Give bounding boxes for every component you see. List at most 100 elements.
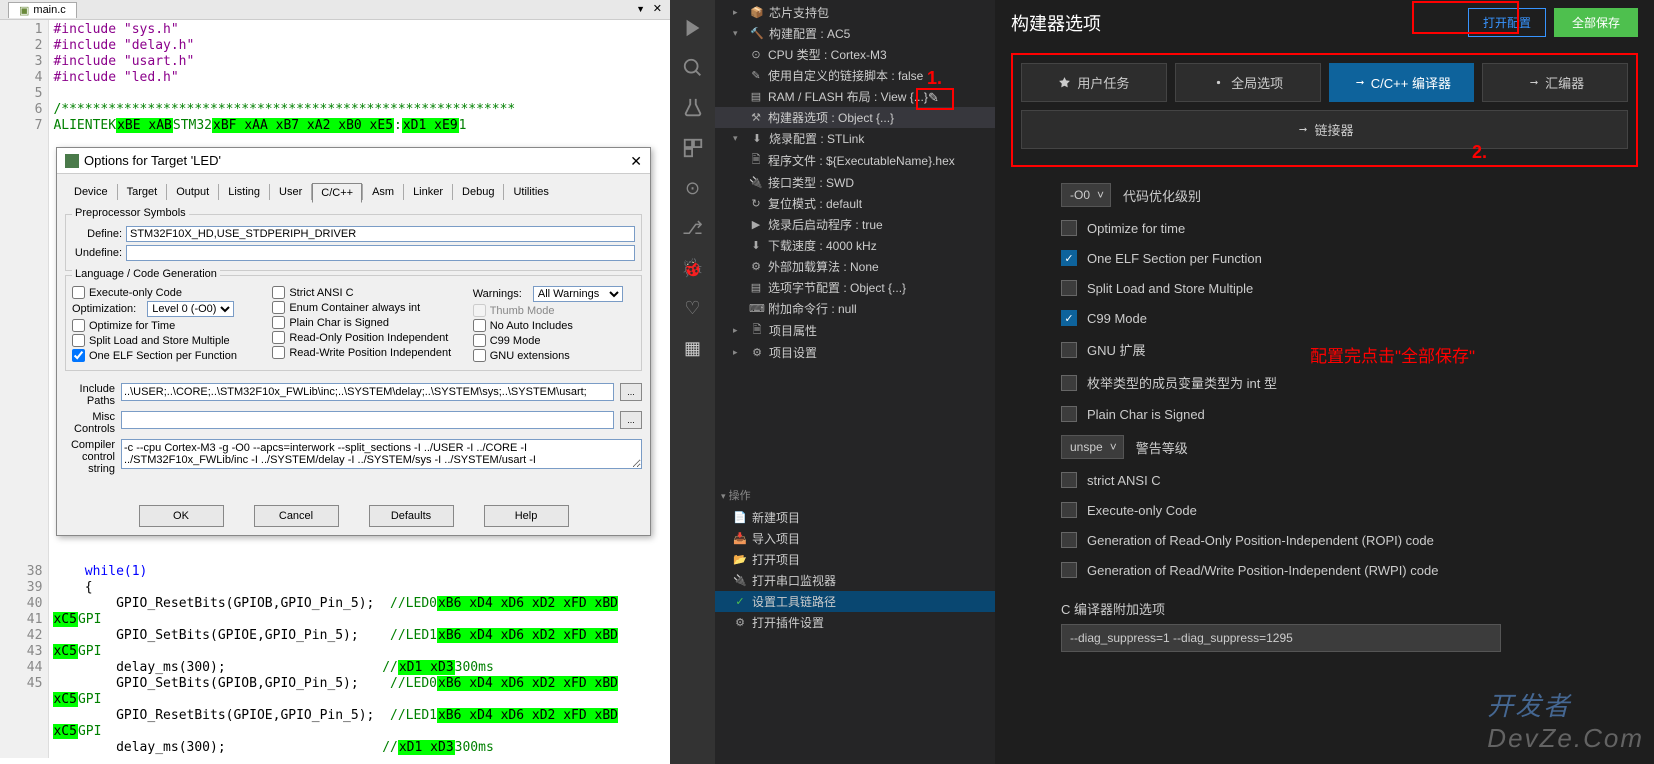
undefine-label: Undefine:	[72, 247, 122, 259]
heart-icon[interactable]: ♡	[670, 288, 715, 328]
one-elf-checkbox[interactable]	[72, 349, 85, 362]
op-new-project[interactable]: 📄新建项目	[715, 507, 995, 528]
browse-misc-button[interactable]: ...	[620, 411, 642, 429]
tab-debug[interactable]: Debug	[453, 182, 503, 202]
optimization-label: Optimization:	[72, 303, 136, 315]
pencil-icon[interactable]: ✎	[918, 90, 939, 105]
gnu-ext-checkbox[interactable]	[1061, 342, 1077, 358]
optimization-select[interactable]: Level 0 (-O0)	[147, 301, 234, 317]
tree-cpu-type[interactable]: ⊙CPU 类型 : Cortex-M3	[715, 44, 995, 65]
rwpi-checkbox[interactable]	[1061, 562, 1077, 578]
tab-asm[interactable]: Asm	[363, 182, 403, 202]
close-icon[interactable]: ✕	[630, 153, 642, 170]
warnings-select[interactable]: All Warnings	[533, 286, 623, 302]
tree-download-speed[interactable]: ⬇下载速度 : 4000 kHz	[715, 235, 995, 256]
ro-position-checkbox[interactable]	[272, 331, 285, 344]
include-paths-input[interactable]	[121, 383, 614, 401]
op-set-toolchain[interactable]: ✓设置工具链路径	[715, 591, 995, 612]
tab-linker[interactable]: Linker	[404, 182, 452, 202]
vscode-panel: ⊙ ⎇ 🐞 ♡ ▦ ▸📦芯片支持包 ▾🔨构建配置 : AC5 ⊙CPU 类型 :…	[670, 0, 1654, 764]
tab-c-cpp-compiler[interactable]: C/C++ 编译器	[1329, 63, 1475, 102]
c99-mode-checkbox[interactable]	[1061, 310, 1077, 326]
tree-launch-app[interactable]: ▶烧录后启动程序 : true	[715, 214, 995, 235]
op-open-serial[interactable]: 🔌打开串口监视器	[715, 570, 995, 591]
cortex-icon[interactable]: ⊙	[670, 168, 715, 208]
tab-user[interactable]: User	[270, 182, 311, 202]
tree-project-settings[interactable]: ▸⚙项目设置	[715, 342, 995, 363]
debug-icon[interactable]: 🐞	[670, 248, 715, 288]
plain-char-checkbox[interactable]	[272, 316, 285, 329]
strict-ansi-checkbox[interactable]	[1061, 472, 1077, 488]
tab-assembler[interactable]: 汇编器	[1482, 63, 1628, 102]
tree-flash-config[interactable]: ▾⬇烧录配置 : STLink	[715, 128, 995, 149]
op-open-plugin[interactable]: ⚙打开插件设置	[715, 612, 995, 633]
tab-output[interactable]: Output	[167, 182, 218, 202]
c99-mode-checkbox[interactable]	[473, 334, 486, 347]
tree-chip-support[interactable]: ▸📦芯片支持包	[715, 2, 995, 23]
branch-icon[interactable]: ⎇	[670, 208, 715, 248]
optimization-level-select[interactable]: -O0 ˅	[1061, 183, 1111, 207]
run-icon[interactable]	[670, 8, 715, 48]
execute-only-checkbox[interactable]	[1061, 502, 1077, 518]
include-paths-label: Include Paths	[65, 383, 115, 407]
search-icon[interactable]	[670, 48, 715, 88]
strict-ansi-checkbox[interactable]	[272, 286, 285, 299]
tree-program-file[interactable]: 🗎程序文件 : ${ExecutableName}.hex	[715, 149, 995, 172]
browse-include-button[interactable]: ...	[620, 383, 642, 401]
warning-level-select[interactable]: unspe ˅	[1061, 435, 1124, 459]
tab-device[interactable]: Device	[65, 182, 117, 202]
rw-position-checkbox[interactable]	[272, 346, 285, 359]
optimize-time-checkbox[interactable]	[72, 319, 85, 332]
enum-container-checkbox[interactable]	[272, 301, 285, 314]
extensions-icon[interactable]	[670, 128, 715, 168]
tab-utilities[interactable]: Utilities	[504, 182, 557, 202]
tree-build-config[interactable]: ▾🔨构建配置 : AC5	[715, 23, 995, 44]
tab-user-tasks[interactable]: 用户任务	[1021, 63, 1167, 102]
gnu-extensions-checkbox[interactable]	[473, 349, 486, 362]
tree-project-attr[interactable]: ▸🗎项目属性	[715, 319, 995, 342]
no-auto-includes-checkbox[interactable]	[473, 319, 486, 332]
cancel-button[interactable]: Cancel	[254, 505, 339, 527]
define-input[interactable]	[126, 226, 635, 242]
save-all-button[interactable]: 全部保存	[1554, 8, 1638, 37]
tree-custom-script[interactable]: ✎使用自定义的链接脚本 : false	[715, 65, 995, 86]
undefine-input[interactable]	[126, 245, 635, 261]
tab-dropdown-icon[interactable]: ▼	[636, 4, 645, 14]
tree-ext-algo[interactable]: ⚙外部加载算法 : None	[715, 256, 995, 277]
ok-button[interactable]: OK	[139, 505, 224, 527]
extra-options-label: C 编译器附加选项	[1061, 585, 1588, 624]
tree-builder-options[interactable]: ⚒构建器选项 : Object {...}	[715, 107, 995, 128]
chip-icon[interactable]: ▦	[670, 328, 715, 368]
tab-listing[interactable]: Listing	[219, 182, 269, 202]
execute-only-checkbox[interactable]	[72, 286, 85, 299]
defaults-button[interactable]: Defaults	[369, 505, 454, 527]
app-icon	[65, 154, 79, 168]
file-tab-main-c[interactable]: ▣ main.c	[8, 2, 77, 18]
settings-main: 构建器选项 打开配置 全部保存 用户任务 全局选项 C/C++ 编译器 汇编器 …	[995, 0, 1654, 764]
language-group: Language / Code Generation Execute-only …	[65, 275, 642, 371]
help-button[interactable]: Help	[484, 505, 569, 527]
split-load-checkbox[interactable]	[1061, 280, 1077, 296]
tabs-redbox: 用户任务 全局选项 C/C++ 编译器 汇编器 链接器	[1011, 53, 1638, 167]
optimize-time-checkbox[interactable]	[1061, 220, 1077, 236]
op-import-project[interactable]: 📥导入项目	[715, 528, 995, 549]
plain-char-checkbox[interactable]	[1061, 406, 1077, 422]
op-open-project[interactable]: 📂打开项目	[715, 549, 995, 570]
tab-target[interactable]: Target	[118, 182, 167, 202]
tree-option-bytes[interactable]: ▤选项字节配置 : Object {...}	[715, 277, 995, 298]
tree-interface-type[interactable]: 🔌接口类型 : SWD	[715, 172, 995, 193]
close-tab-icon[interactable]: ✕	[653, 2, 662, 15]
split-load-checkbox[interactable]	[72, 334, 85, 347]
tree-extra-cmd[interactable]: ⌨附加命令行 : null	[715, 298, 995, 319]
ropi-checkbox[interactable]	[1061, 532, 1077, 548]
extra-options-input[interactable]	[1061, 624, 1501, 652]
misc-controls-input[interactable]	[121, 411, 614, 429]
test-icon[interactable]	[670, 88, 715, 128]
tab-linker[interactable]: 链接器	[1021, 110, 1628, 149]
tab-global-options[interactable]: 全局选项	[1175, 63, 1321, 102]
one-elf-checkbox[interactable]	[1061, 250, 1077, 266]
group-label: Preprocessor Symbols	[72, 207, 189, 219]
tab-c-cpp[interactable]: C/C++	[312, 183, 362, 203]
tree-reset-mode[interactable]: ↻复位模式 : default	[715, 193, 995, 214]
enum-int-checkbox[interactable]	[1061, 375, 1077, 391]
